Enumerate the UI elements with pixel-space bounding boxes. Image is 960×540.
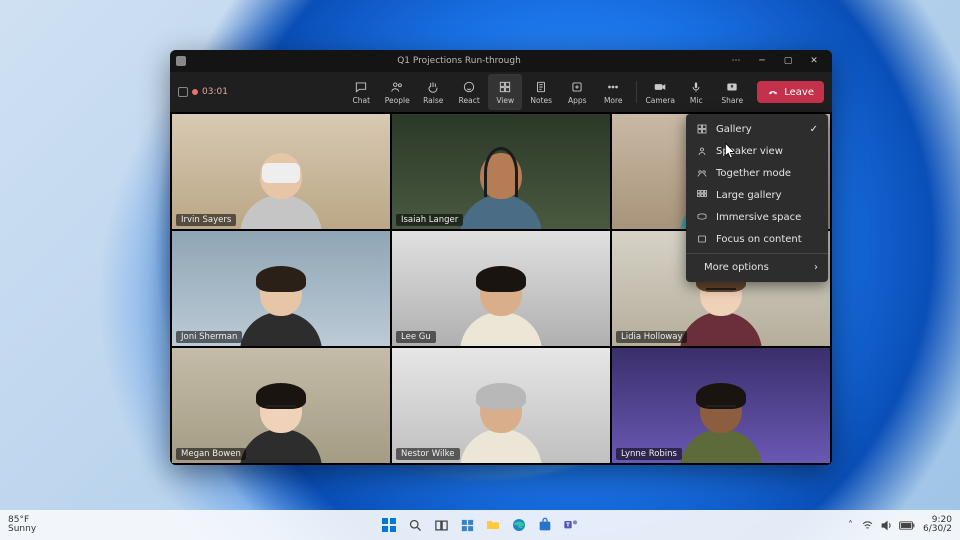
participant-tile[interactable]: Megan Bowen	[172, 348, 390, 463]
taskbar-right: ˄ 9:20 6/30/2	[848, 516, 952, 535]
close-button[interactable]: ✕	[802, 52, 826, 70]
participant-tile[interactable]: Joni Sherman	[172, 231, 390, 346]
edge-button[interactable]	[509, 515, 529, 535]
participant-name: Joni Sherman	[176, 331, 242, 343]
window-controls: ⋯ ─ ▢ ✕	[724, 52, 826, 70]
window-titlebar: Q1 Projections Run-through ⋯ ─ ▢ ✕	[170, 50, 832, 72]
teams-app-icon	[176, 56, 186, 66]
camera-button[interactable]: Camera	[643, 74, 677, 110]
minimize-button[interactable]: ─	[750, 52, 774, 70]
participant-name: Lee Gu	[396, 331, 436, 343]
check-icon: ✓	[810, 124, 818, 135]
leave-button[interactable]: Leave	[757, 81, 824, 103]
more-button[interactable]: More	[596, 74, 630, 110]
menu-item-more-options[interactable]: More options›	[686, 257, 828, 278]
more-window-button[interactable]: ⋯	[724, 52, 748, 70]
people-button[interactable]: People	[380, 74, 414, 110]
chevron-right-icon: ›	[814, 262, 818, 273]
menu-separator	[686, 253, 828, 254]
participant-name: Nestor Wilke	[396, 448, 460, 460]
folder-icon	[485, 517, 501, 533]
menu-item-together-mode[interactable]: Together mode	[686, 162, 828, 184]
task-view-button[interactable]	[431, 515, 451, 535]
participant-name: Lynne Robins	[616, 448, 682, 460]
meeting-toolbar: 03:01 Chat People Raise React View Notes…	[170, 72, 832, 112]
system-tray[interactable]	[861, 519, 915, 532]
together-mode-icon	[696, 167, 708, 179]
participant-tile[interactable]: Isaiah Langer	[392, 114, 610, 229]
meeting-timer: 03:01	[202, 87, 228, 97]
windows-taskbar: 85°F Sunny T ˄ 9:20 6/30/2	[0, 510, 960, 540]
notes-icon	[534, 80, 548, 94]
participant-tile[interactable]: Lynne Robins	[612, 348, 830, 463]
window-title: Q1 Projections Run-through	[194, 56, 724, 66]
start-button[interactable]	[379, 515, 399, 535]
participant-tile[interactable]: Irvin Sayers	[172, 114, 390, 229]
participant-tile[interactable]: Lee Gu	[392, 231, 610, 346]
notes-button[interactable]: Notes	[524, 74, 558, 110]
recording-dot-icon	[192, 89, 198, 95]
view-dropdown-menu: Gallery✓ Speaker view Together mode Larg…	[686, 114, 828, 282]
view-grid-icon	[498, 80, 512, 94]
hangup-icon	[767, 86, 779, 98]
chat-button[interactable]: Chat	[344, 74, 378, 110]
immersive-space-icon	[696, 211, 708, 223]
raise-hand-button[interactable]: Raise	[416, 74, 450, 110]
task-view-icon	[434, 518, 449, 533]
menu-item-immersive-space[interactable]: Immersive space	[686, 206, 828, 228]
widgets-button[interactable]	[457, 515, 477, 535]
apps-icon	[570, 80, 584, 94]
share-button[interactable]: Share	[715, 74, 749, 110]
apps-button[interactable]: Apps	[560, 74, 594, 110]
view-button[interactable]: View	[488, 74, 522, 110]
chat-icon	[354, 80, 368, 94]
teams-meeting-window: Q1 Projections Run-through ⋯ ─ ▢ ✕ 03:01…	[170, 50, 832, 465]
store-icon	[537, 517, 553, 533]
menu-item-large-gallery[interactable]: Large gallery	[686, 184, 828, 206]
search-button[interactable]	[405, 515, 425, 535]
react-button[interactable]: React	[452, 74, 486, 110]
participant-name: Megan Bowen	[176, 448, 246, 460]
privacy-shield-icon	[178, 87, 188, 97]
weather-widget[interactable]: 85°F Sunny	[8, 516, 36, 535]
search-icon	[408, 518, 423, 533]
gallery-grid-icon	[696, 123, 708, 135]
camera-icon	[653, 80, 667, 94]
speaker-view-icon	[696, 145, 708, 157]
participant-name: Irvin Sayers	[176, 214, 236, 226]
participant-tile[interactable]: Nestor Wilke	[392, 348, 610, 463]
store-button[interactable]	[535, 515, 555, 535]
participant-name: Lidia Holloway	[616, 331, 687, 343]
recording-indicator[interactable]: 03:01	[178, 87, 228, 97]
maximize-button[interactable]: ▢	[776, 52, 800, 70]
large-gallery-icon	[696, 189, 708, 201]
react-icon	[462, 80, 476, 94]
people-icon	[390, 80, 404, 94]
share-icon	[725, 80, 739, 94]
menu-item-focus-content[interactable]: Focus on content	[686, 228, 828, 250]
participant-name: Isaiah Langer	[396, 214, 463, 226]
raise-hand-icon	[426, 80, 440, 94]
battery-icon	[899, 520, 915, 531]
tray-chevron-icon[interactable]: ˄	[848, 520, 853, 531]
menu-item-gallery[interactable]: Gallery✓	[686, 118, 828, 140]
menu-item-speaker-view[interactable]: Speaker view	[686, 140, 828, 162]
focus-content-icon	[696, 233, 708, 245]
mic-button[interactable]: Mic	[679, 74, 713, 110]
clock-date[interactable]: 9:20 6/30/2	[923, 516, 952, 535]
edge-icon	[511, 517, 527, 533]
svg-text:T: T	[566, 523, 570, 529]
windows-logo-icon	[381, 517, 397, 533]
more-icon	[606, 80, 620, 94]
taskbar-center: T	[379, 515, 581, 535]
volume-icon	[880, 519, 893, 532]
teams-icon: T	[563, 517, 579, 533]
teams-taskbar-button[interactable]: T	[561, 515, 581, 535]
file-explorer-button[interactable]	[483, 515, 503, 535]
wifi-icon	[861, 519, 874, 532]
widgets-icon	[460, 518, 475, 533]
mic-icon	[689, 80, 703, 94]
